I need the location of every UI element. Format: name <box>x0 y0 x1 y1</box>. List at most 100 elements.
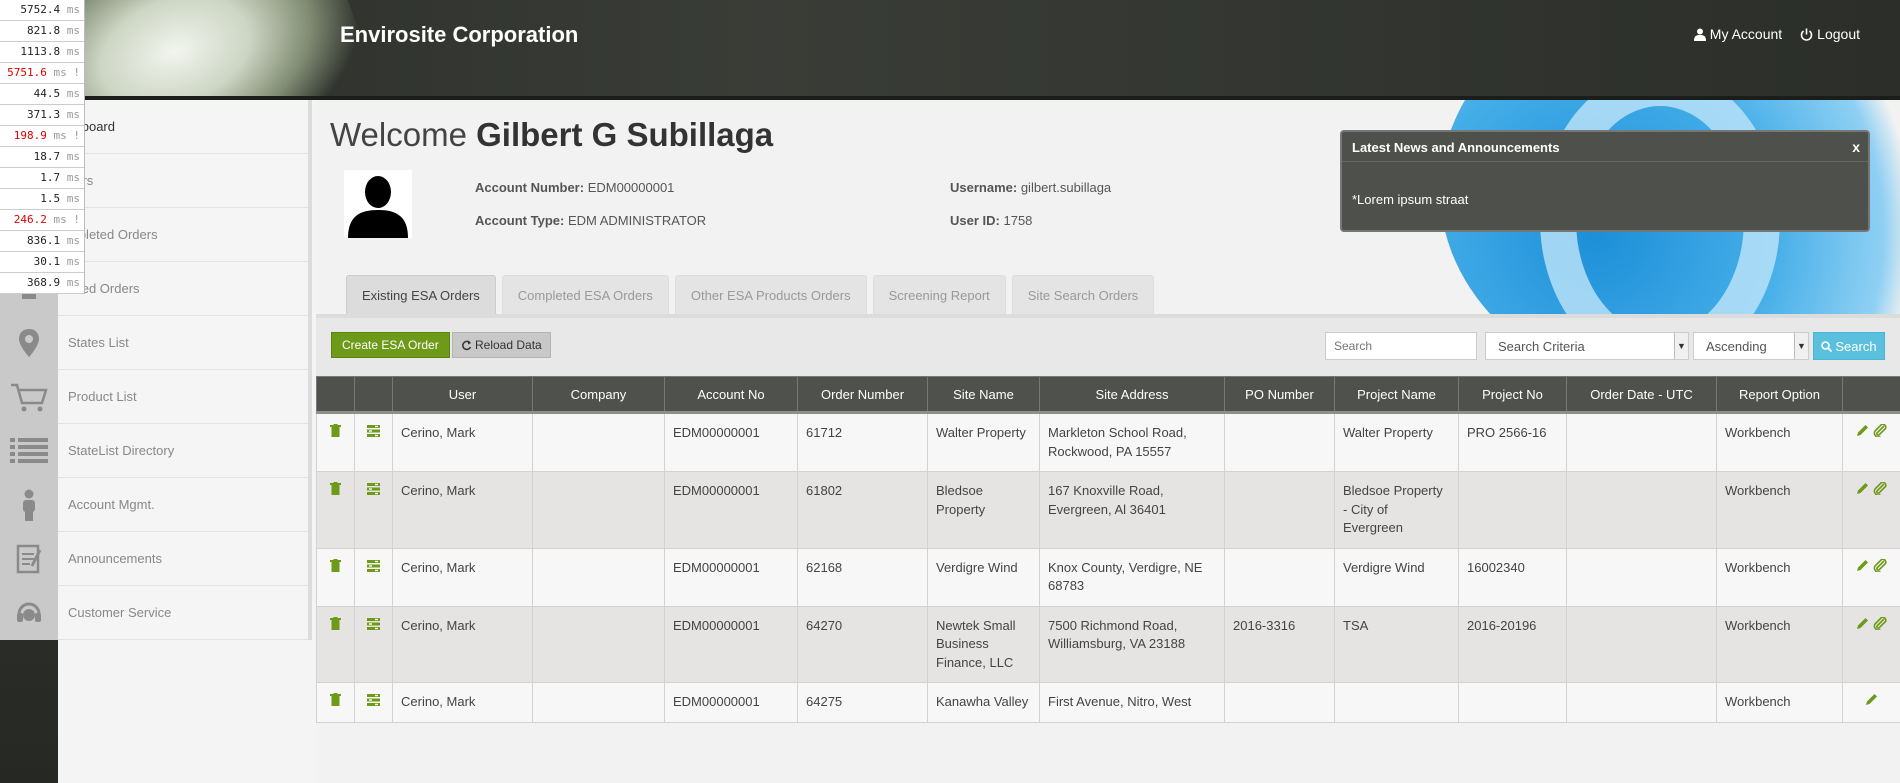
cell-user: Cerino, Mark <box>392 682 533 723</box>
timing-unit: ms ! <box>53 66 81 79</box>
table-row[interactable]: Cerino, Mark EDM00000001 64270 Newtek Small… <box>316 605 1900 683</box>
column-header[interactable]: Account No <box>664 376 798 414</box>
trash-icon[interactable] <box>330 558 341 572</box>
edit-pencil-icon[interactable] <box>1865 693 1878 706</box>
timing-unit: ms <box>66 3 80 16</box>
sidebar-item-deleted-orders[interactable]: leted Orders <box>58 262 308 316</box>
tab-site-search-orders[interactable]: Site Search Orders <box>1011 275 1155 315</box>
timing-row: 1113.8 ms <box>0 42 84 63</box>
table-row[interactable]: Cerino, Mark EDM00000001 62168 Verdigre Win… <box>316 547 1900 607</box>
cell-site: Walter Property <box>927 412 1040 472</box>
cell-company <box>532 547 665 607</box>
headset-icon[interactable] <box>0 586 58 640</box>
paperclip-icon[interactable] <box>1873 481 1887 496</box>
search-input[interactable] <box>1325 332 1477 360</box>
timing-unit: ms ! <box>53 213 81 226</box>
trash-icon[interactable] <box>330 616 341 630</box>
column-header[interactable]: Site Address <box>1039 376 1225 414</box>
reload-data-button[interactable]: Reload Data <box>452 332 551 358</box>
table-row[interactable]: Cerino, Mark EDM00000001 61712 Walter Prope… <box>316 412 1900 472</box>
column-header[interactable]: PO Number <box>1224 376 1335 414</box>
sidebar-item-dashboard[interactable]: shboard <box>58 100 308 154</box>
sidebar-item-completed-orders[interactable]: mpleted Orders <box>58 208 308 262</box>
notepad-icon[interactable] <box>0 532 58 586</box>
list-icon[interactable] <box>0 424 58 478</box>
table-body: Cerino, Mark EDM00000001 61712 Walter Prope… <box>316 412 1900 723</box>
sidebar-nav: shboard ders mpleted Orders leted Orders… <box>58 100 312 640</box>
edit-pencil-icon[interactable] <box>1856 424 1869 437</box>
cell-project: TSA <box>1334 605 1459 683</box>
delete-cell <box>316 605 355 683</box>
cell-report: Workbench <box>1716 471 1843 549</box>
cart-icon[interactable] <box>0 370 58 424</box>
trash-icon[interactable] <box>330 693 341 706</box>
paperclip-icon[interactable] <box>1873 423 1887 438</box>
cell-date <box>1566 605 1717 683</box>
column-header[interactable]: Company <box>532 376 665 414</box>
cell-user: Cerino, Mark <box>392 605 533 683</box>
sidebar-item-customer-service[interactable]: Customer Service <box>58 586 308 640</box>
sidebar-item-states-list[interactable]: States List <box>58 316 308 370</box>
close-icon[interactable]: x <box>1852 139 1860 155</box>
cell-order: 64275 <box>797 682 928 723</box>
logout-link[interactable]: Logout <box>1800 26 1860 42</box>
news-body: *Lorem ipsum straat <box>1352 192 1469 207</box>
cell-project-no: 2016-20196 <box>1458 605 1567 683</box>
brand-title[interactable]: Envirosite Corporation <box>340 22 578 48</box>
search-button[interactable]: Search <box>1813 332 1885 360</box>
paperclip-icon[interactable] <box>1873 615 1887 631</box>
my-account-link[interactable]: My Account <box>1693 26 1782 42</box>
sidebar-item-account-mgmt[interactable]: Account Mgmt. <box>58 478 308 532</box>
tab-existing-esa-orders[interactable]: Existing ESA Orders <box>346 275 496 315</box>
map-pin-icon[interactable] <box>0 316 58 370</box>
timing-row: 821.8 ms <box>0 21 84 42</box>
details-list-icon[interactable] <box>367 559 380 572</box>
sort-order-select[interactable]: Ascending ▼ <box>1693 332 1809 360</box>
news-title: Latest News and Announcements <box>1342 132 1868 162</box>
details-list-icon[interactable] <box>367 694 380 706</box>
delete-cell <box>316 471 355 549</box>
edit-pencil-icon[interactable] <box>1856 559 1869 572</box>
sidebar-item-product-list[interactable]: Product List <box>58 370 308 424</box>
sort-order-value: Ascending <box>1706 338 1767 354</box>
cell-address: Knox County, Verdigre, NE 68783 <box>1039 547 1225 607</box>
details-list-icon[interactable] <box>367 483 380 495</box>
create-esa-order-button[interactable]: Create ESA Order <box>331 332 450 358</box>
sidebar-item-announcements[interactable]: Announcements <box>58 532 308 586</box>
search-icon <box>1821 340 1833 352</box>
column-header[interactable]: Order Number <box>797 376 928 414</box>
tab-completed-esa-orders[interactable]: Completed ESA Orders <box>501 275 669 315</box>
sidebar-item-statelist-directory[interactable]: StateList Directory <box>58 424 308 478</box>
column-header[interactable]: Report Option <box>1716 376 1843 414</box>
tab-other-esa-products-orders[interactable]: Other ESA Products Orders <box>674 275 867 315</box>
cell-project-no <box>1458 471 1567 549</box>
column-header[interactable]: Project Name <box>1334 376 1459 414</box>
trash-icon[interactable] <box>330 482 341 495</box>
sidebar-item-label: Account Mgmt. <box>68 497 155 512</box>
paperclip-icon[interactable] <box>1873 557 1887 573</box>
cell-address: First Avenue, Nitro, West <box>1039 682 1225 723</box>
column-header[interactable] <box>316 376 355 414</box>
cell-date <box>1566 682 1717 723</box>
column-header[interactable]: Site Name <box>927 376 1040 414</box>
cell-company <box>532 412 665 472</box>
table-row[interactable]: Cerino, Mark EDM00000001 64275 Kanawha Vall… <box>316 682 1900 723</box>
sidebar-item-orders[interactable]: ders <box>58 154 308 208</box>
person-icon[interactable] <box>0 478 58 532</box>
timing-unit: ms <box>66 87 80 100</box>
cell-account: EDM00000001 <box>664 547 798 607</box>
column-header[interactable] <box>354 376 393 414</box>
cell-account: EDM00000001 <box>664 682 798 723</box>
table-row[interactable]: Cerino, Mark EDM00000001 61802 Bledsoe Prop… <box>316 471 1900 549</box>
tab-screening-report[interactable]: Screening Report <box>872 275 1006 315</box>
column-header[interactable] <box>1842 376 1900 414</box>
search-criteria-select[interactable]: Search Criteria ▼ <box>1485 332 1689 360</box>
column-header[interactable]: Order Date - UTC <box>1566 376 1717 414</box>
details-list-icon[interactable] <box>367 425 380 437</box>
column-header[interactable]: User <box>392 376 533 414</box>
details-list-icon[interactable] <box>367 617 380 630</box>
edit-pencil-icon[interactable] <box>1856 482 1869 495</box>
column-header[interactable]: Project No <box>1458 376 1567 414</box>
edit-pencil-icon[interactable] <box>1856 617 1869 630</box>
trash-icon[interactable] <box>330 424 341 437</box>
